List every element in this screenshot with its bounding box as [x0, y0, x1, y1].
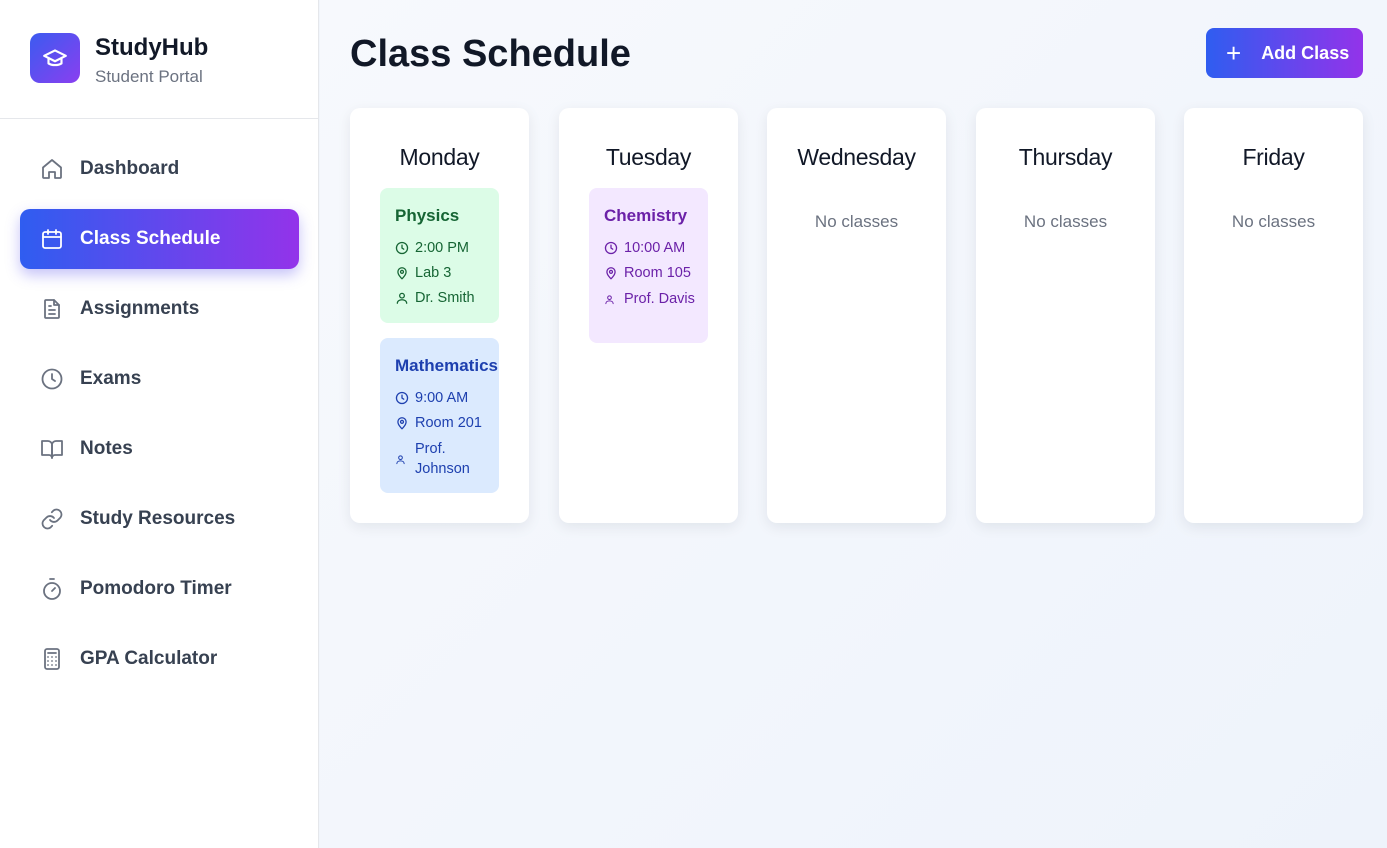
day-name: Monday — [399, 144, 480, 170]
day-column-tuesday: Tuesday Chemistry 10:00 AM Room 105 Prof… — [559, 108, 738, 523]
class-time: 9:00 AM — [395, 389, 499, 407]
day-column-friday: Friday No classes — [1184, 108, 1363, 523]
sidebar-item-dashboard[interactable]: Dashboard — [20, 139, 299, 199]
sidebar-item-label: Dashboard — [80, 158, 180, 179]
home-icon — [40, 157, 64, 181]
sidebar-item-exams[interactable]: Exams — [20, 349, 299, 409]
empty-state-text: No classes — [1023, 212, 1108, 231]
timer-icon — [40, 577, 64, 601]
day-name: Tuesday — [605, 144, 692, 170]
sidebar-item-label: Pomodoro Timer — [80, 578, 232, 599]
clock-icon — [395, 391, 409, 405]
location-pin-icon — [604, 266, 618, 280]
calendar-icon — [40, 227, 64, 251]
empty-state-text: No classes — [1231, 212, 1316, 231]
user-icon — [604, 292, 618, 306]
main-content: Class Schedule + Add Class Monday Physic… — [320, 0, 1387, 848]
page-title: Class Schedule — [350, 33, 631, 75]
sidebar: StudyHub Student Portal Dashboard Class … — [0, 0, 319, 848]
link-icon — [40, 507, 64, 531]
class-card-chemistry[interactable]: Chemistry 10:00 AM Room 105 Prof. Davis — [589, 188, 708, 343]
sidebar-item-study-resources[interactable]: Study Resources — [20, 489, 299, 549]
app-subtitle: Student Portal — [95, 67, 203, 86]
class-name: Mathematics — [395, 356, 498, 375]
sidebar-item-label: GPA Calculator — [80, 648, 218, 669]
class-instructor: Prof. Davis — [604, 289, 708, 309]
class-card-mathematics[interactable]: Mathematics 9:00 AM Room 201 Prof. Johns… — [380, 338, 499, 493]
empty-state-text: No classes — [814, 212, 899, 231]
class-name: Chemistry — [604, 206, 688, 225]
class-room: Lab 3 — [395, 264, 499, 282]
clock-icon — [395, 241, 409, 255]
document-icon — [40, 297, 64, 321]
calculator-icon — [40, 647, 64, 671]
location-pin-icon — [395, 416, 409, 430]
class-instructor: Dr. Smith — [395, 289, 499, 307]
add-class-label: Add Class — [1261, 42, 1350, 63]
sidebar-item-assignments[interactable]: Assignments — [20, 279, 299, 339]
day-column-thursday: Thursday No classes — [976, 108, 1155, 523]
day-name: Thursday — [1018, 144, 1113, 170]
sidebar-item-class-schedule[interactable]: Class Schedule — [20, 209, 299, 269]
class-time: 2:00 PM — [395, 239, 499, 257]
class-time: 10:00 AM — [604, 239, 708, 257]
day-name: Wednesday — [797, 144, 916, 170]
plus-icon: + — [1226, 38, 1242, 68]
brand-header: StudyHub Student Portal — [0, 0, 318, 119]
class-card-physics[interactable]: Physics 2:00 PM Lab 3 Dr. Smith — [380, 188, 499, 323]
class-room: Room 201 — [395, 414, 499, 432]
class-name: Physics — [395, 206, 460, 225]
sidebar-item-label: Study Resources — [80, 508, 236, 529]
sidebar-item-label: Assignments — [80, 298, 200, 319]
class-room: Room 105 — [604, 264, 708, 282]
book-icon — [40, 437, 64, 461]
sidebar-item-notes[interactable]: Notes — [20, 419, 299, 479]
app-name: StudyHub — [95, 34, 209, 61]
user-icon — [395, 291, 409, 305]
sidebar-item-label: Notes — [80, 438, 133, 459]
class-instructor: Prof. Johnson — [395, 439, 499, 479]
graduation-cap-icon[interactable] — [30, 33, 80, 83]
sidebar-item-gpa-calculator[interactable]: GPA Calculator — [20, 629, 299, 689]
sidebar-item-label: Exams — [80, 368, 142, 389]
sidebar-nav: Dashboard Class Schedule Assignments Exa… — [20, 139, 299, 699]
day-column-monday: Monday Physics 2:00 PM Lab 3 Dr. Smith M… — [350, 108, 529, 523]
clock-icon — [40, 367, 64, 391]
add-class-button[interactable]: + Add Class — [1206, 28, 1363, 78]
location-pin-icon — [395, 266, 409, 280]
sidebar-item-pomodoro-timer[interactable]: Pomodoro Timer — [20, 559, 299, 619]
sidebar-item-label: Class Schedule — [80, 228, 221, 249]
user-icon — [395, 452, 409, 466]
clock-icon — [604, 241, 618, 255]
day-column-wednesday: Wednesday No classes — [767, 108, 946, 523]
day-name: Friday — [1242, 144, 1305, 170]
